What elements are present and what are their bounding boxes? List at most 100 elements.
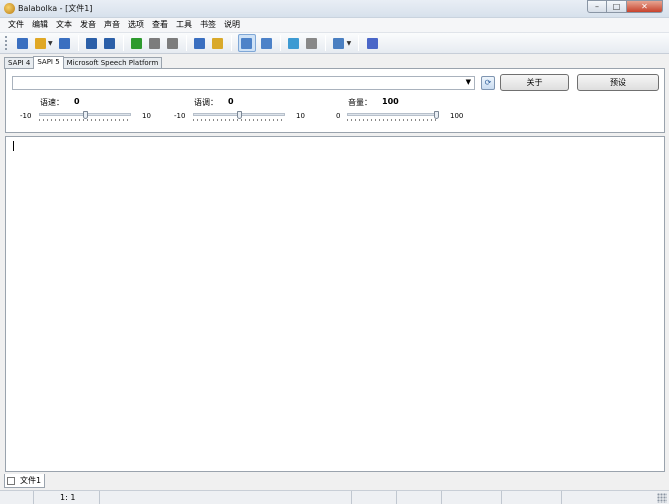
text-view-button[interactable] [237, 34, 256, 52]
volume-label: 音量： [348, 98, 372, 107]
toolbar-grip[interactable] [4, 35, 8, 51]
floppy-disk-icon [59, 37, 71, 49]
menu-options[interactable]: 选项 [124, 18, 148, 32]
toolbar-separator [324, 35, 326, 51]
close-button[interactable]: ✕ [627, 0, 663, 13]
refresh-icon: ⟳ [484, 78, 492, 87]
text-view-icon [241, 37, 253, 49]
speech-options-icon [333, 37, 345, 49]
speech-options-button[interactable] [332, 36, 346, 50]
pitch-label: 语调： [194, 98, 218, 107]
read-clipboard-button[interactable] [193, 36, 207, 50]
stop-icon [167, 37, 179, 49]
document-tabs: 文件1 [4, 474, 46, 488]
tab-sapi5[interactable]: SAPI 5 [33, 56, 64, 69]
volume-min: 0 [336, 112, 341, 120]
stop-button[interactable] [166, 36, 180, 50]
cursor-position: 1: 1 [34, 491, 100, 504]
voice-select[interactable]: ▼ [12, 76, 475, 90]
menu-tools[interactable]: 工具 [172, 18, 196, 32]
menu-edit[interactable]: 编辑 [28, 18, 52, 32]
menu-view[interactable]: 查看 [148, 18, 172, 32]
document-tab-label: 文件1 [20, 476, 42, 485]
volume-slider-track [347, 113, 439, 116]
volume-slider-ticks [347, 119, 439, 121]
folder-icon [34, 37, 46, 49]
menu-text[interactable]: 文本 [52, 18, 76, 32]
toolbar-separator [279, 35, 281, 51]
rate-slider[interactable] [39, 111, 131, 121]
document-tab[interactable]: 文件1 [4, 474, 46, 488]
toolbar: ▼ ▼ [0, 32, 669, 54]
rate-label: 语速： [40, 98, 64, 107]
volume-slider[interactable] [347, 111, 439, 121]
status-cell-message [100, 491, 352, 504]
read-selection-button[interactable] [211, 36, 225, 50]
balabolka-app-icon[interactable] [4, 3, 15, 14]
volume-max: 100 [450, 112, 464, 120]
status-cell-empty [0, 491, 34, 504]
preset-button[interactable]: 预设 [577, 74, 659, 91]
menu-help[interactable]: 说明 [220, 18, 244, 32]
menu-pronunciation[interactable]: 发音 [76, 18, 100, 32]
pause-button[interactable] [148, 36, 162, 50]
rate-slider-thumb[interactable] [82, 111, 88, 119]
pitch-min: -10 [174, 112, 186, 120]
speech-options-dropdown-icon[interactable]: ▼ [347, 40, 352, 47]
menu-voice[interactable]: 声音 [100, 18, 124, 32]
new-document-icon [16, 37, 28, 49]
status-cell-4 [502, 491, 562, 504]
copy-icon [288, 37, 300, 49]
new-document-button[interactable] [15, 36, 29, 50]
save-audio-icon [86, 37, 98, 49]
about-button[interactable]: 关于 [500, 74, 569, 91]
refresh-voices-button[interactable]: ⟳ [481, 76, 495, 90]
pitch-slider[interactable] [193, 111, 285, 121]
pitch-slider-thumb[interactable] [236, 111, 242, 119]
voice-settings-panel: ▼ ⟳ 关于 预设 语速： 0 -10 10 语调： 0 -10 10 音量： … [5, 68, 665, 133]
save-audio-split-icon [104, 37, 116, 49]
status-cell-2 [397, 491, 442, 504]
pitch-slider-group: 语调： 0 -10 10 [164, 96, 314, 126]
selection-icon [212, 37, 224, 49]
save-audio-button[interactable] [85, 36, 99, 50]
open-recent-dropdown-icon[interactable]: ▼ [48, 40, 53, 47]
rate-value: 0 [74, 97, 80, 106]
chevron-down-icon[interactable]: ▼ [466, 78, 471, 86]
toolbar-separator [185, 35, 187, 51]
menu-bookmarks[interactable]: 书签 [196, 18, 220, 32]
window-controls: – □ ✕ [587, 0, 663, 14]
help-button[interactable] [365, 36, 379, 50]
next-view-button[interactable] [260, 36, 274, 50]
play-button[interactable] [130, 36, 144, 50]
rate-slider-group: 语速： 0 -10 10 [10, 96, 160, 126]
pitch-value: 0 [228, 97, 234, 106]
save-file-button[interactable] [58, 36, 72, 50]
status-bar: 1: 1 [0, 490, 669, 504]
clipboard-icon [194, 37, 206, 49]
text-editor[interactable] [5, 136, 665, 472]
menu-file[interactable]: 文件 [4, 18, 28, 32]
rate-max: 10 [142, 112, 151, 120]
document-checkbox[interactable] [7, 476, 15, 485]
status-cell-3 [442, 491, 502, 504]
window-title: Balabolka - [文件1] [18, 4, 93, 13]
next-view-icon [261, 37, 273, 49]
rate-min: -10 [20, 112, 32, 120]
toolbar-separator [122, 35, 124, 51]
text-caret [13, 141, 14, 151]
volume-value: 100 [382, 97, 399, 106]
toolbar-separator [230, 35, 232, 51]
copy-document-button[interactable] [287, 36, 301, 50]
paste-icon [306, 37, 318, 49]
volume-slider-thumb[interactable] [434, 111, 439, 119]
volume-slider-group: 音量： 100 0 100 [318, 96, 468, 126]
status-cell-1 [352, 491, 397, 504]
maximize-button[interactable]: □ [607, 0, 627, 13]
open-file-button[interactable] [33, 36, 47, 50]
resize-grip[interactable] [657, 493, 667, 503]
paste-document-button[interactable] [305, 36, 319, 50]
minimize-button[interactable]: – [587, 0, 607, 13]
rate-slider-ticks [39, 119, 131, 121]
save-audio-split-button[interactable] [103, 36, 117, 50]
